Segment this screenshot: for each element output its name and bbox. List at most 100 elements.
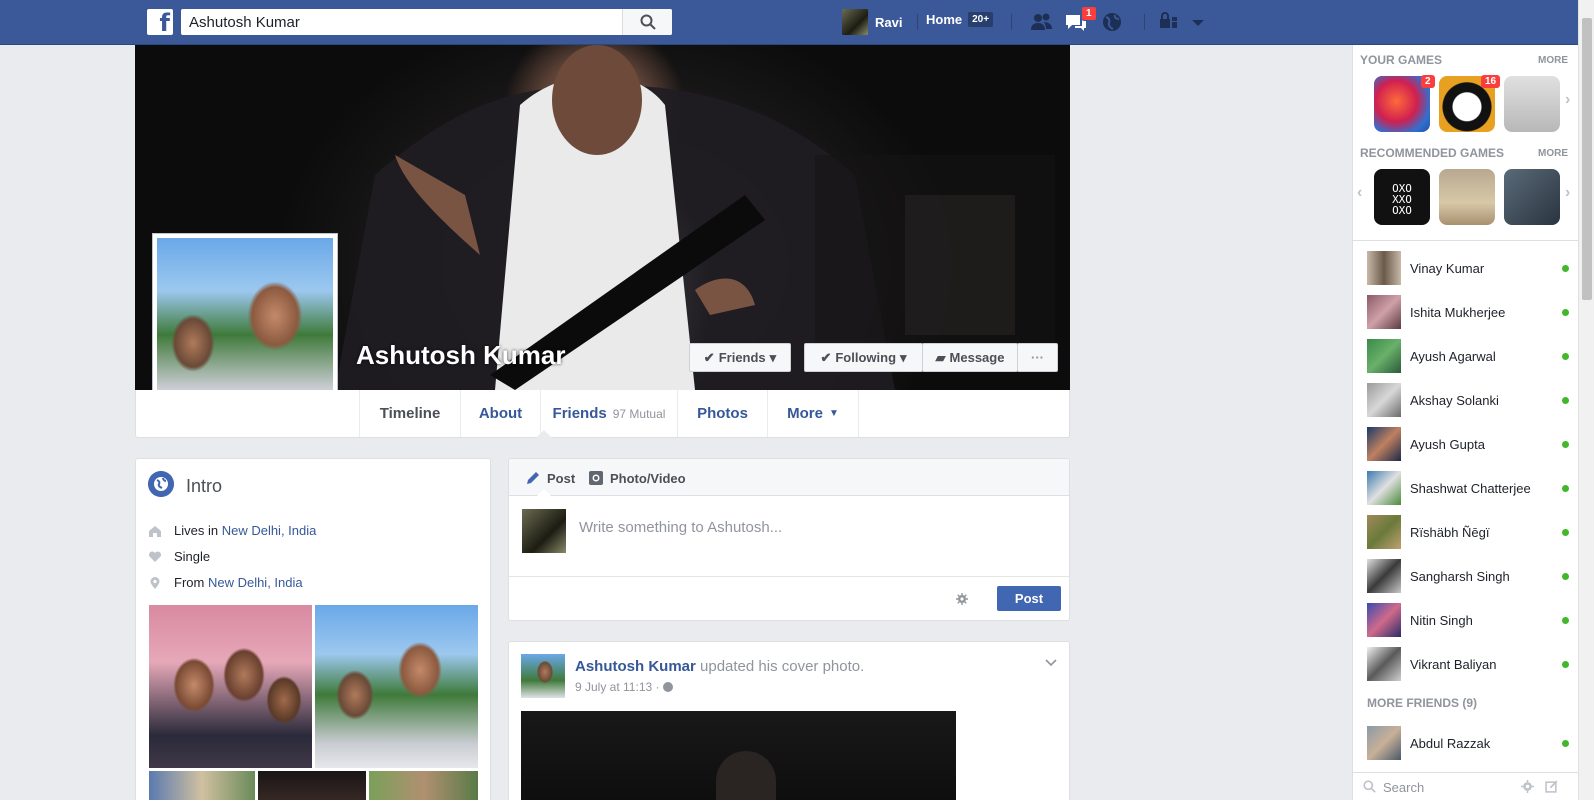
tab-friends[interactable]: Friends 97 Mutual	[540, 390, 677, 437]
composer-avatar	[522, 509, 566, 553]
chevron-down-icon: ▾	[769, 349, 777, 365]
friend-requests-icon[interactable]	[1030, 11, 1054, 33]
home-label: Home	[926, 12, 963, 27]
privacy-lock-icon[interactable]	[1158, 11, 1182, 33]
intro-from: From New Delhi, India	[148, 575, 303, 590]
your-games-more-link[interactable]: MORE	[1538, 55, 1568, 66]
search-input[interactable]	[181, 9, 619, 35]
chevron-right-icon[interactable]: ›	[1565, 91, 1570, 109]
composer-input[interactable]: Write something to Ashutosh...	[579, 519, 782, 536]
profile-name[interactable]: Ashutosh Kumar	[356, 340, 565, 371]
composer-tab-photo-video[interactable]: Photo/Video	[588, 470, 686, 486]
profile-tabs: Timeline About Friends 97 Mutual Photos …	[135, 390, 1070, 438]
friend-name: Ayush Gupta	[1410, 436, 1485, 452]
story-time-text[interactable]: 9 July at 11:13 ·	[575, 680, 663, 694]
online-status-dot	[1562, 616, 1569, 624]
lives-in-link[interactable]: New Delhi, India	[222, 523, 317, 538]
nav-divider	[1144, 14, 1145, 30]
tab-about[interactable]: About	[460, 390, 540, 437]
home-link[interactable]: Home 20+	[926, 12, 994, 27]
friend-avatar	[1367, 726, 1401, 760]
intro-photo[interactable]	[149, 771, 255, 800]
composer-tab-caret	[537, 489, 551, 496]
friend-avatar	[1367, 471, 1401, 505]
story-author-link[interactable]: Ashutosh Kumar	[575, 658, 696, 675]
right-sidebar: YOUR GAMES MORE 2 16 › RECOMMENDED GAMES…	[1352, 45, 1578, 800]
checkmark-icon: ✔	[820, 349, 832, 365]
feed-story: Ashutosh Kumar updated his cover photo. …	[508, 641, 1070, 800]
chat-friend-item[interactable]: Ishita Mukherjee	[1367, 294, 1569, 330]
friends-button[interactable]: ✔ Friends ▾	[689, 343, 791, 372]
online-status-dot	[1562, 528, 1569, 536]
friend-name: Nitin Singh	[1410, 612, 1473, 628]
intro-photo[interactable]	[369, 771, 478, 800]
game-notification-badge: 2	[1421, 75, 1435, 88]
search-button[interactable]	[622, 9, 672, 35]
composer-header: Post Photo/Video	[509, 459, 1069, 496]
composer-tab-post-label: Post	[547, 470, 576, 486]
search-box	[181, 9, 672, 35]
story-author-avatar[interactable]	[521, 654, 565, 698]
chat-search-bar[interactable]: Search	[1353, 772, 1578, 800]
story-cover-photo[interactable]	[521, 711, 956, 800]
chat-friend-item[interactable]: Abdul Razzak	[1367, 725, 1569, 761]
online-status-dot	[1562, 484, 1569, 492]
message-button[interactable]: ▰ Message	[922, 343, 1018, 372]
intro-photo[interactable]	[315, 605, 478, 768]
friend-avatar	[1367, 427, 1401, 461]
chat-friend-item[interactable]: Vikrant Baliyan	[1367, 646, 1569, 682]
tab-more[interactable]: More ▼	[767, 390, 859, 437]
compose-message-icon[interactable]	[1545, 780, 1558, 793]
post-button[interactable]: Post	[997, 586, 1061, 611]
tic-tac-toe-game-icon[interactable]: OXO XXO OXO	[1374, 169, 1430, 225]
chat-friend-item[interactable]: Shashwat Chatterjee	[1367, 470, 1569, 506]
following-button[interactable]: ✔ Following ▾	[804, 343, 923, 372]
scrollbar-thumb[interactable]	[1582, 18, 1592, 300]
composer-tab-post[interactable]: Post	[525, 470, 575, 486]
chat-friend-item[interactable]: Rïshäbh Ñēgï	[1367, 514, 1569, 550]
chevron-down-icon[interactable]	[1045, 656, 1057, 668]
intro-photo[interactable]	[258, 771, 366, 800]
chat-friend-item[interactable]: Sangharsh Singh	[1367, 558, 1569, 594]
search-icon	[640, 14, 656, 30]
intro-photo[interactable]	[149, 605, 312, 768]
chat-friend-item[interactable]: Akshay Solanki	[1367, 382, 1569, 418]
from-link[interactable]: New Delhi, India	[208, 575, 303, 590]
page-scrollbar[interactable]	[1578, 0, 1594, 800]
story-headline: Ashutosh Kumar updated his cover photo.	[575, 658, 864, 675]
online-status-dot	[1562, 739, 1569, 747]
composer-tab-photo-label: Photo/Video	[610, 470, 686, 486]
tab-timeline[interactable]: Timeline	[359, 390, 460, 437]
gear-icon[interactable]	[1521, 780, 1534, 793]
public-globe-icon	[662, 682, 673, 692]
more-options-button[interactable]: ···	[1017, 343, 1058, 372]
friend-avatar	[1367, 603, 1401, 637]
bowling-game-icon[interactable]	[1439, 169, 1495, 225]
recommended-games-more-link[interactable]: MORE	[1538, 148, 1568, 159]
tab-photos[interactable]: Photos	[677, 390, 767, 437]
from-prefix: From	[174, 575, 208, 590]
chat-friend-item[interactable]: Nitin Singh	[1367, 602, 1569, 638]
chat-friend-item[interactable]: Ayush Gupta	[1367, 426, 1569, 462]
friend-name: Ishita Mukherjee	[1410, 304, 1506, 320]
story-action: updated his cover photo.	[700, 658, 865, 675]
account-caret-icon[interactable]	[1186, 11, 1210, 33]
profile-picture-image	[157, 238, 333, 414]
chevron-left-icon[interactable]: ‹	[1357, 184, 1362, 202]
facebook-logo[interactable]: f	[147, 9, 173, 35]
chat-friend-item[interactable]: Ayush Agarwal	[1367, 338, 1569, 374]
profile-link[interactable]: Ravi	[842, 9, 902, 35]
gear-icon[interactable]	[956, 593, 968, 605]
shooter-game-icon[interactable]	[1504, 169, 1560, 225]
chat-friend-item[interactable]: Vinay Kumar	[1367, 250, 1569, 286]
location-pin-icon	[150, 576, 160, 589]
friend-name: Vikrant Baliyan	[1410, 656, 1497, 672]
globe-notifications-icon[interactable]	[1100, 11, 1124, 33]
recommended-games-heading: RECOMMENDED GAMES	[1360, 146, 1505, 160]
checkmark-icon: ✔	[703, 349, 715, 365]
howzat-cricket-game-icon[interactable]	[1504, 76, 1560, 132]
chat-search-placeholder: Search	[1383, 780, 1425, 795]
chevron-right-icon[interactable]: ›	[1565, 184, 1570, 202]
message-button-label: Message	[949, 350, 1005, 365]
nav-divider	[917, 14, 918, 30]
